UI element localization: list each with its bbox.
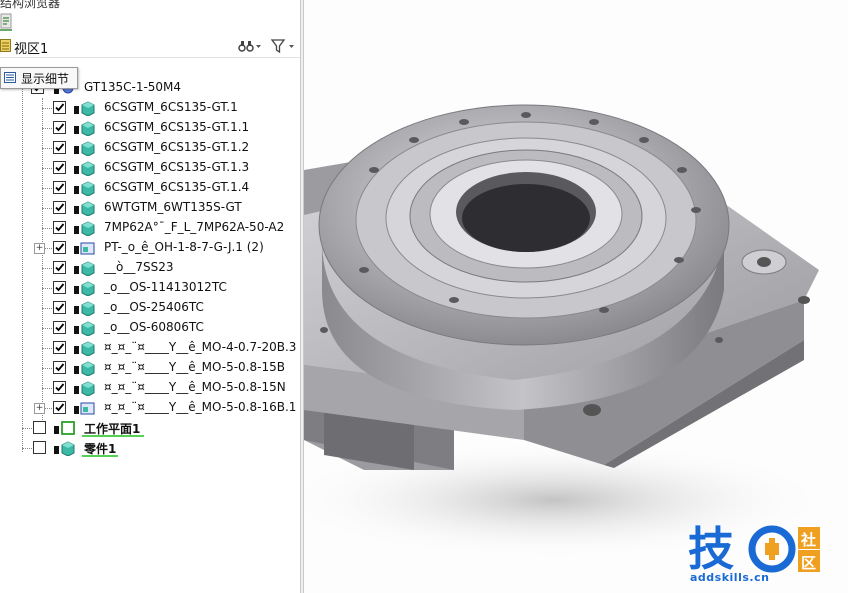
- visibility-checkbox[interactable]: [53, 261, 66, 274]
- tree-item-label[interactable]: _o__OS-11413012TC: [104, 280, 227, 294]
- 3d-model-render: [304, 104, 834, 560]
- visibility-checkbox[interactable]: [53, 301, 66, 314]
- filter-icon[interactable]: [270, 38, 296, 54]
- tree-item[interactable]: 6CSGTM_6CS135-GT.1.4: [0, 178, 300, 198]
- view-icon: [0, 39, 11, 52]
- tree-item[interactable]: _o__OS-25406TC: [0, 298, 300, 318]
- tree-item-label[interactable]: _o__OS-25406TC: [104, 300, 204, 314]
- tree-item[interactable]: ¤_¤_¨¤____Y__ê_MO-5-0.8-15N: [0, 378, 300, 398]
- tree-item[interactable]: 7MP62A°¯_F_L_7MP62A-50-A2: [0, 218, 300, 238]
- tree-item-label[interactable]: 6CSGTM_6CS135-GT.1.4: [104, 180, 249, 194]
- part-icon: [74, 281, 95, 296]
- part-icon: [74, 301, 95, 316]
- part-icon: [74, 361, 95, 376]
- tree-item[interactable]: 6WTGTM_6WT135S-GT: [0, 198, 300, 218]
- visibility-checkbox[interactable]: [53, 121, 66, 134]
- watermark-url: addskills.cn: [690, 571, 770, 584]
- visibility-checkbox[interactable]: [53, 401, 66, 414]
- tree-item[interactable]: 6CSGTM_6CS135-GT.1.3: [0, 158, 300, 178]
- visibility-checkbox[interactable]: [53, 381, 66, 394]
- tree-item[interactable]: _o__OS-60806TC: [0, 318, 300, 338]
- tree-item[interactable]: _o__OS-11413012TC: [0, 278, 300, 298]
- browser-toolbar: [0, 10, 300, 34]
- workplane-icon: [54, 421, 75, 435]
- tree-item[interactable]: ¤_¤_¨¤____Y__ê_MO-5-0.8-15B: [0, 358, 300, 378]
- tree-item-label[interactable]: ¤_¤_¨¤____Y__ê_MO-5-0.8-16B.1 (: [104, 400, 305, 414]
- structure-browser-panel: 结构浏览器 视区1 显示细节 GT135C-1-50M4 6CSGTM_6CS1…: [0, 0, 305, 593]
- svg-text:社: 社: [800, 531, 816, 549]
- visibility-checkbox[interactable]: [53, 181, 66, 194]
- expand-toggle[interactable]: +: [34, 403, 45, 414]
- tree-root-label[interactable]: GT135C-1-50M4: [84, 80, 181, 94]
- part-icon: [74, 381, 95, 396]
- visibility-checkbox[interactable]: [53, 321, 66, 334]
- tree-item-label[interactable]: ¤_¤_¨¤____Y__ê_MO-4-0.7-20B.3: [104, 340, 296, 354]
- part-icon: [74, 221, 95, 236]
- visibility-checkbox[interactable]: [53, 281, 66, 294]
- binoculars-icon[interactable]: [238, 38, 262, 54]
- tree-item[interactable]: + ¤_¤_¨¤____Y__ê_MO-5-0.8-16B.1 (: [0, 398, 305, 418]
- visibility-checkbox[interactable]: [53, 141, 66, 154]
- structure-tool-icon[interactable]: [0, 12, 14, 32]
- tree-item-label[interactable]: 6CSGTM_6CS135-GT.1.1: [104, 120, 249, 134]
- part-icon: [74, 181, 95, 196]
- sub-assembly-icon: [74, 402, 95, 415]
- tree-item-label[interactable]: PT-_o_ê_OH-1-8-7-G-J.1 (2): [104, 240, 264, 254]
- sub-assembly-icon: [74, 242, 95, 255]
- part-icon: [74, 101, 95, 116]
- part-icon: [74, 161, 95, 176]
- tree-item[interactable]: ¤_¤_¨¤____Y__ê_MO-4-0.7-20B.3: [0, 338, 300, 358]
- tree-item-label[interactable]: _o__OS-60806TC: [104, 320, 204, 334]
- show-details-tooltip: 显示细节: [0, 67, 78, 89]
- part-icon: [74, 121, 95, 136]
- tree-item-label[interactable]: 6CSGTM_6CS135-GT.1.2: [104, 140, 249, 154]
- tree-item-label[interactable]: 6CSGTM_6CS135-GT.1: [104, 100, 238, 114]
- active-underline: [82, 455, 118, 457]
- visibility-checkbox[interactable]: [53, 101, 66, 114]
- visibility-checkbox[interactable]: [53, 241, 66, 254]
- part-icon: [74, 341, 95, 356]
- visibility-checkbox[interactable]: [53, 361, 66, 374]
- tree-extra-item[interactable]: 零件1: [0, 438, 300, 458]
- svg-text:区: 区: [801, 554, 816, 572]
- tree-item[interactable]: __ò__7SS23: [0, 258, 300, 278]
- tree-item-label[interactable]: 6CSGTM_6CS135-GT.1.3: [104, 160, 249, 174]
- view-toolbar: 视区1: [0, 35, 300, 58]
- part-icon: [74, 201, 95, 216]
- visibility-checkbox[interactable]: [53, 201, 66, 214]
- part-icon: [74, 261, 95, 276]
- tree-item[interactable]: 6CSGTM_6CS135-GT.1.2: [0, 138, 300, 158]
- tree-extra-item[interactable]: 工作平面1: [0, 418, 300, 438]
- details-icon: [4, 72, 16, 83]
- visibility-checkbox[interactable]: [53, 221, 66, 234]
- view-label[interactable]: 视区1: [14, 38, 48, 57]
- expand-toggle[interactable]: +: [34, 243, 45, 254]
- part-icon: [74, 321, 95, 336]
- svg-text:技: 技: [688, 522, 734, 576]
- tree-item[interactable]: 6CSGTM_6CS135-GT.1: [0, 98, 300, 118]
- active-underline: [82, 435, 144, 437]
- panel-title: 结构浏览器: [0, 0, 61, 10]
- tree-item-label[interactable]: 6WTGTM_6WT135S-GT: [104, 200, 242, 214]
- 3d-viewport[interactable]: [304, 0, 848, 593]
- tree-item[interactable]: + PT-_o_ê_OH-1-8-7-G-J.1 (2): [0, 238, 300, 258]
- visibility-checkbox[interactable]: [53, 341, 66, 354]
- part-icon: [74, 141, 95, 156]
- tooltip-text: 显示细节: [21, 72, 70, 86]
- structure-tree: GT135C-1-50M4 6CSGTM_6CS135-GT.1 6CSGTM_6…: [0, 78, 305, 478]
- tree-item-label[interactable]: 7MP62A°¯_F_L_7MP62A-50-A2: [104, 220, 284, 234]
- tree-item-label[interactable]: ¤_¤_¨¤____Y__ê_MO-5-0.8-15B: [104, 360, 285, 374]
- part-icon: [54, 441, 75, 456]
- tree-item-label[interactable]: __ò__7SS23: [104, 260, 173, 274]
- visibility-checkbox[interactable]: [53, 161, 66, 174]
- tree-item-label[interactable]: ¤_¤_¨¤____Y__ê_MO-5-0.8-15N: [104, 380, 286, 394]
- tree-item[interactable]: 6CSGTM_6CS135-GT.1.1: [0, 118, 300, 138]
- visibility-checkbox[interactable]: [33, 421, 46, 434]
- visibility-checkbox[interactable]: [33, 441, 46, 454]
